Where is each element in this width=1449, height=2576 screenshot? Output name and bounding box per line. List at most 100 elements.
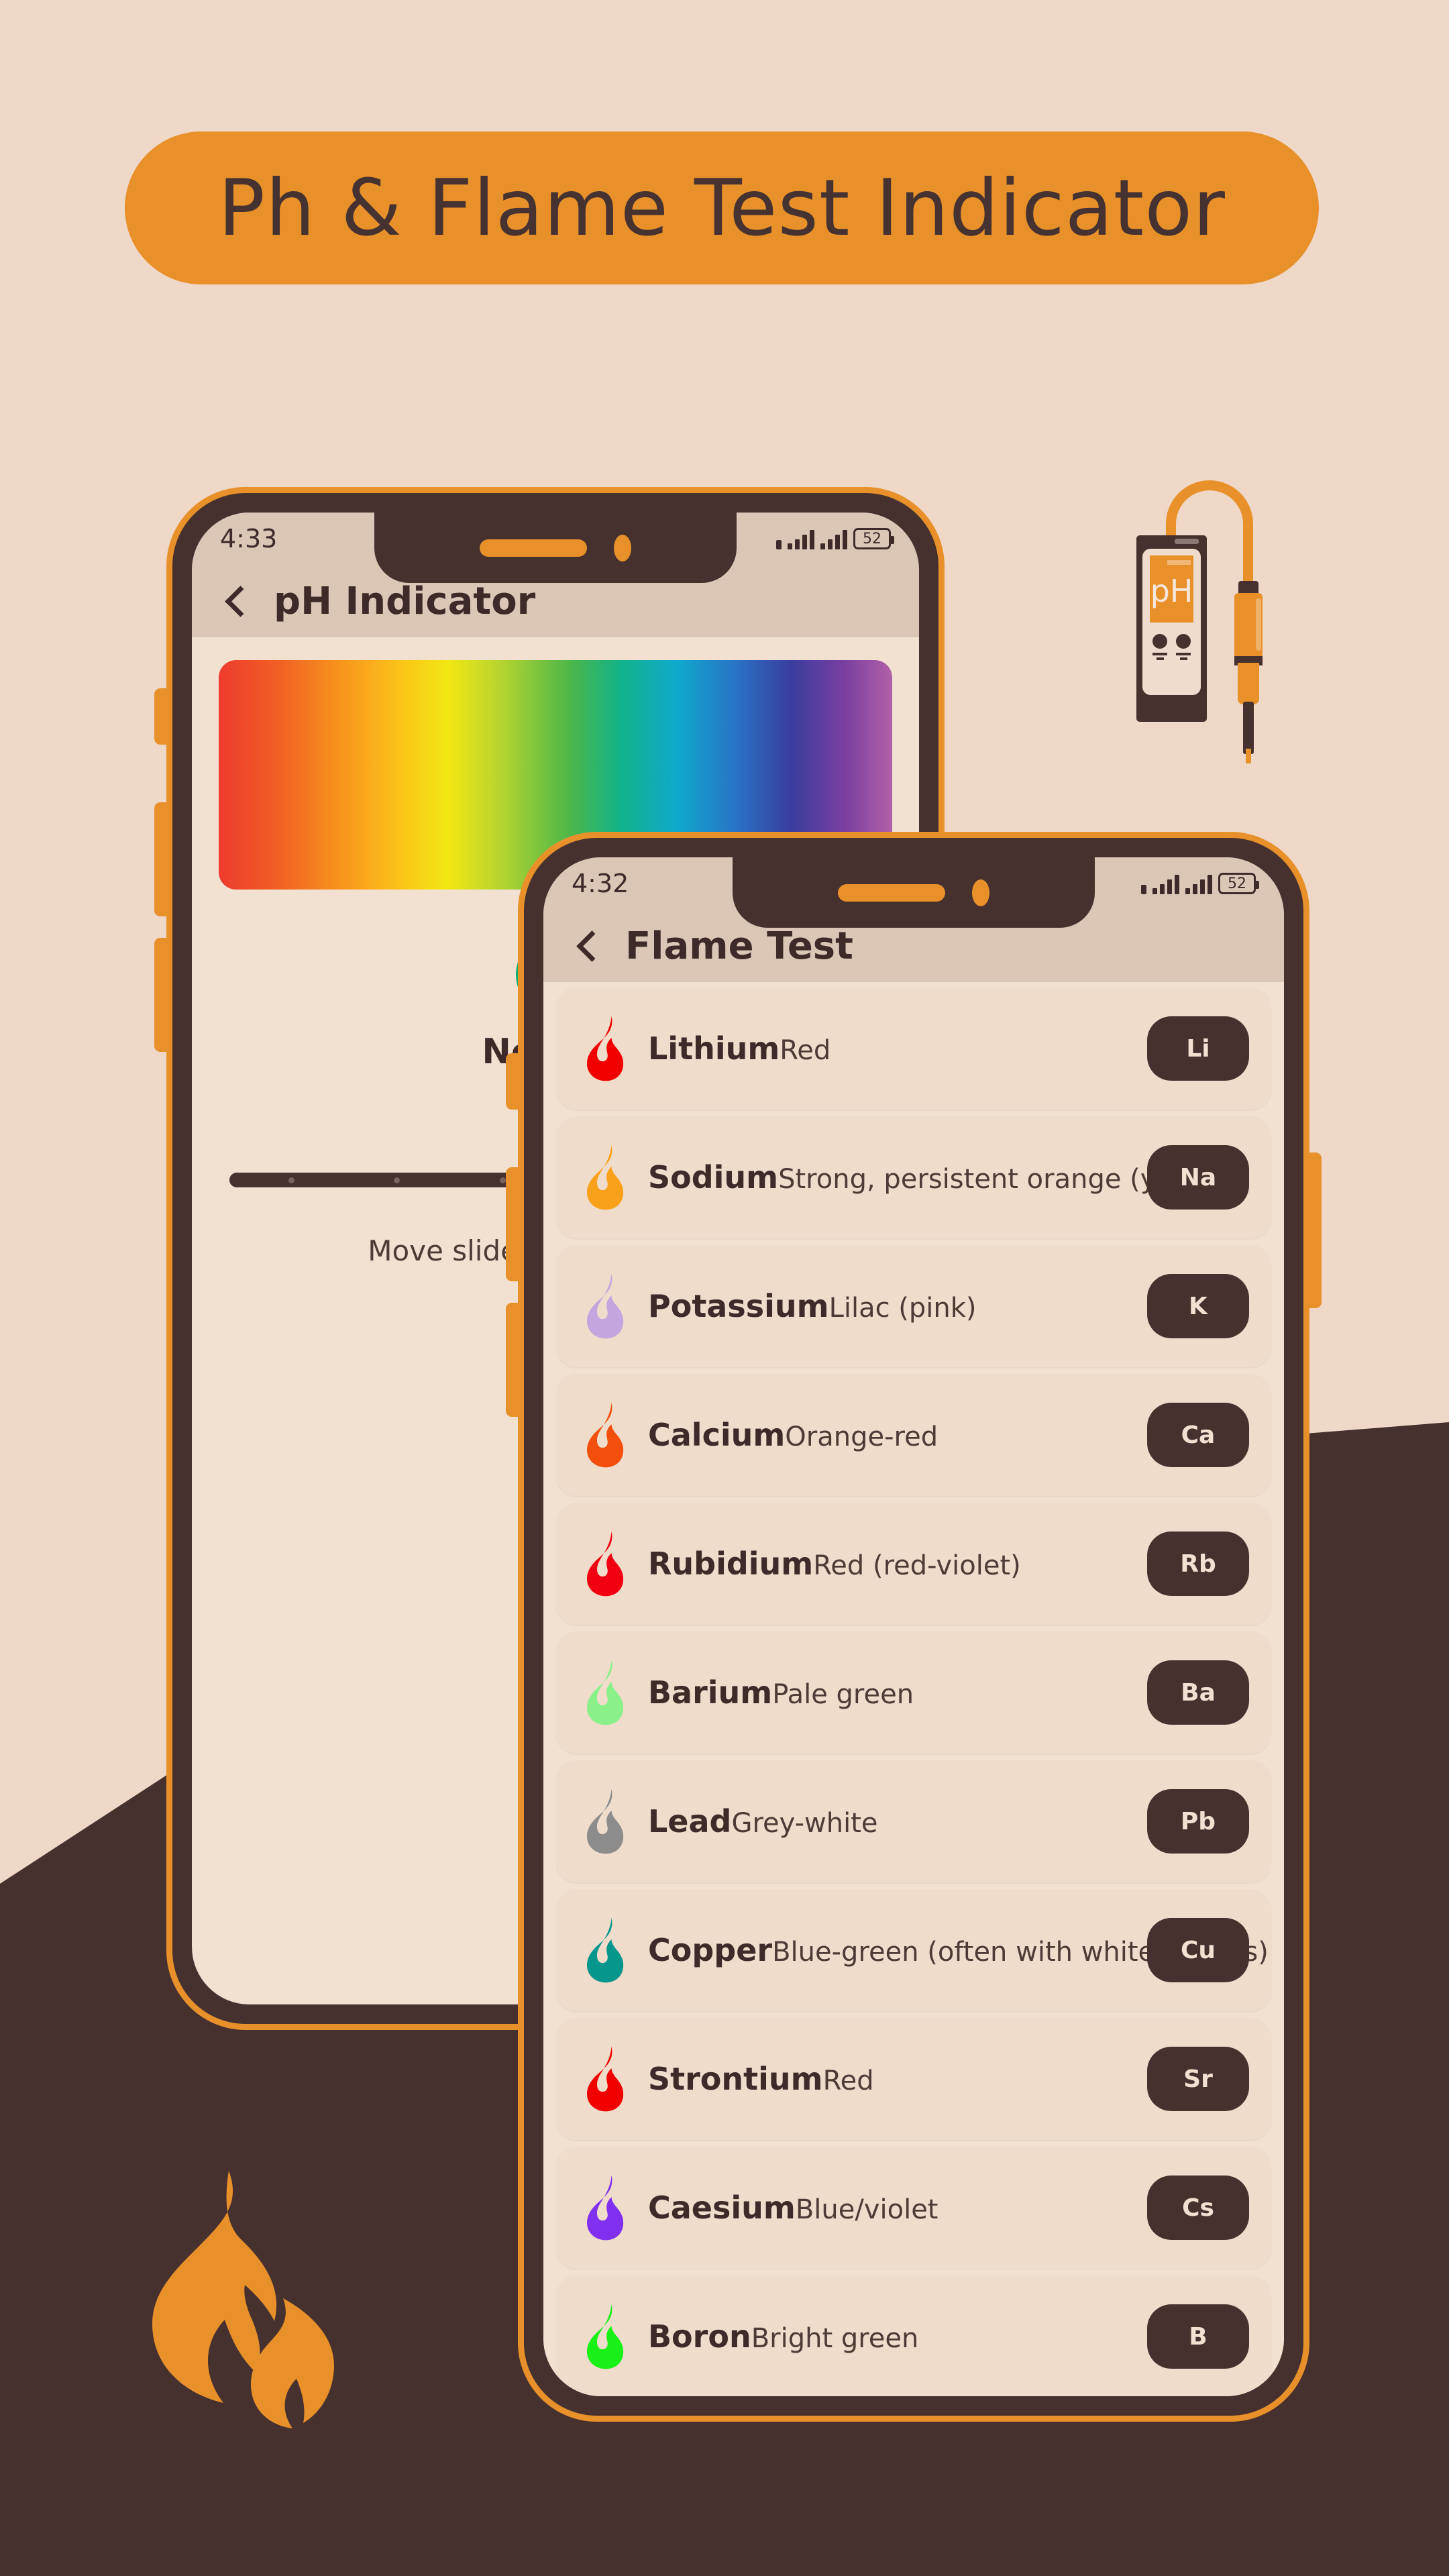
flame-color-description: Bright green (751, 2323, 919, 2354)
flame-color-description: Pale green (772, 1679, 914, 1710)
meter-ph-label: pH (1150, 573, 1193, 609)
page-title-banner: Ph & Flame Test Indicator (125, 131, 1319, 284)
element-symbol-badge[interactable]: Sr (1147, 2047, 1249, 2111)
element-symbol-badge[interactable]: Ba (1147, 1660, 1249, 1725)
status-indicators-front: 52 (1141, 873, 1259, 894)
phone-mockup-flame-test: 4:32 52 Flame Test LithiumRed Li SodiumS… (506, 832, 1322, 2422)
element-name: Caesium (648, 2190, 796, 2226)
power-button-front[interactable] (1304, 1152, 1322, 1308)
flame-icon (587, 1788, 624, 1854)
network-dot-icon (1141, 885, 1146, 894)
silent-switch-back[interactable] (154, 688, 172, 745)
flame-icon (587, 1531, 624, 1597)
volume-up-button-back[interactable] (154, 802, 172, 916)
flame-color-description: Blue/violet (795, 2194, 938, 2225)
flame-row-texts: LithiumRed (648, 1030, 1147, 1067)
element-name: Lithium (648, 1030, 780, 1067)
element-name: Barium (648, 1674, 773, 1711)
element-symbol-badge[interactable]: Ca (1147, 1403, 1249, 1467)
earpiece-speaker-icon (838, 883, 945, 902)
flame-icon (587, 1016, 624, 1081)
flame-test-list[interactable]: LithiumRed Li SodiumStrong, persistent ora… (543, 982, 1284, 2396)
element-symbol-badge[interactable]: Cu (1147, 1918, 1249, 1982)
probe-handle-highlight (1256, 598, 1261, 651)
flame-test-row[interactable]: SodiumStrong, persistent orange (yellow)… (555, 1116, 1272, 1238)
silent-switch-front[interactable] (506, 1053, 523, 1110)
status-bar-front: 4:32 52 (543, 857, 1284, 928)
meter-display: pH (1150, 555, 1193, 623)
flame-icon (587, 1402, 624, 1468)
probe-neck (1238, 663, 1259, 704)
battery-icon-front: 52 (1218, 873, 1259, 894)
element-symbol-badge[interactable]: Rb (1147, 1532, 1249, 1596)
battery-icon-back: 52 (853, 528, 894, 549)
status-bar-back: 4:33 52 (192, 513, 919, 583)
flame-icon (578, 2045, 636, 2112)
flame-row-texts: BariumPale green (648, 1674, 1147, 1711)
chevron-left-icon[interactable] (219, 584, 254, 619)
flame-icon (587, 1917, 624, 1983)
volume-down-button-back[interactable] (154, 938, 172, 1052)
flame-test-row[interactable]: CalciumOrange-red Ca (555, 1374, 1272, 1496)
flame-icon (587, 2304, 624, 2369)
flame-test-row[interactable]: StrontiumRed Sr (555, 2018, 1272, 2140)
poster-canvas: Ph & Flame Test Indicator pH 4:33 52 pH … (0, 0, 1449, 2576)
ph-meter-illustration: pH (1107, 480, 1301, 763)
flame-icon (578, 1659, 636, 1726)
flame-row-texts: StrontiumRed (648, 2061, 1147, 2097)
flame-icon (578, 1015, 636, 1082)
status-indicators-back: 52 (776, 528, 894, 549)
flame-test-row[interactable]: CaesiumBlue/violet Cs (555, 2147, 1272, 2269)
flame-icon (578, 1144, 636, 1211)
signal-icon-1 (1152, 875, 1179, 894)
volume-down-button-front[interactable] (506, 1303, 523, 1417)
volume-up-button-front[interactable] (506, 1167, 523, 1281)
flame-test-row[interactable]: CopperBlue-green (often with white flash… (555, 1889, 1272, 2011)
element-symbol-badge[interactable]: Li (1147, 1016, 1249, 1081)
probe-tip (1246, 749, 1251, 763)
phone-screen-flame-test: 4:32 52 Flame Test LithiumRed Li SodiumS… (543, 857, 1284, 2396)
chevron-left-icon[interactable] (570, 928, 605, 963)
element-name: Lead (648, 1803, 732, 1839)
element-name: Boron (648, 2318, 751, 2355)
flame-icon (587, 2046, 624, 2112)
element-symbol-badge[interactable]: Cs (1147, 2176, 1249, 2240)
meter-button-right (1176, 634, 1191, 649)
element-name: Sodium (648, 1159, 779, 1195)
ph-meter-body: pH (1136, 535, 1207, 722)
app-title-flame: Flame Test (625, 924, 853, 968)
flame-row-texts: LeadGrey-white (648, 1803, 1147, 1839)
flame-icon (587, 2175, 624, 2241)
probe-rod (1243, 702, 1254, 754)
flame-test-row[interactable]: LeadGrey-white Pb (555, 1760, 1272, 1882)
flame-row-texts: BoronBright green (648, 2318, 1147, 2355)
flame-icon (578, 1273, 636, 1340)
flame-test-row[interactable]: BariumPale green Ba (555, 1631, 1272, 1754)
status-time-front: 4:32 (572, 869, 629, 898)
flame-test-row[interactable]: LithiumRed Li (555, 987, 1272, 1110)
flame-test-row[interactable]: RubidiumRed (red-violet) Rb (555, 1503, 1272, 1625)
flame-color-description: Grey-white (731, 1808, 878, 1839)
element-symbol-badge[interactable]: B (1147, 2304, 1249, 2369)
status-time-back: 4:33 (220, 524, 278, 553)
page-title: Ph & Flame Test Indicator (218, 162, 1226, 254)
flame-icon (587, 1660, 624, 1725)
flame-icon (578, 1917, 636, 1984)
flame-color-description: Red (780, 1035, 831, 1066)
flame-color-description: Lilac (pink) (828, 1293, 977, 1324)
flame-icon (587, 1273, 624, 1339)
element-symbol-badge[interactable]: Na (1147, 1145, 1249, 1210)
flame-row-texts: CaesiumBlue/violet (648, 2190, 1147, 2226)
element-name: Rubidium (648, 1546, 814, 1582)
element-name: Copper (648, 1932, 773, 1968)
meter-face-panel: pH (1142, 549, 1201, 695)
flame-row-texts: RubidiumRed (red-violet) (648, 1546, 1147, 1582)
element-symbol-badge[interactable]: K (1147, 1274, 1249, 1338)
element-symbol-badge[interactable]: Pb (1147, 1789, 1249, 1854)
flame-icon (578, 2174, 636, 2241)
flame-test-row[interactable]: BoronBright green B (555, 2275, 1272, 2396)
flame-color-description: Red (red-violet) (813, 1550, 1021, 1581)
flame-test-row[interactable]: PotassiumLilac (pink) K (555, 1245, 1272, 1367)
front-camera-icon (614, 534, 631, 561)
signal-icon-1 (788, 530, 814, 549)
